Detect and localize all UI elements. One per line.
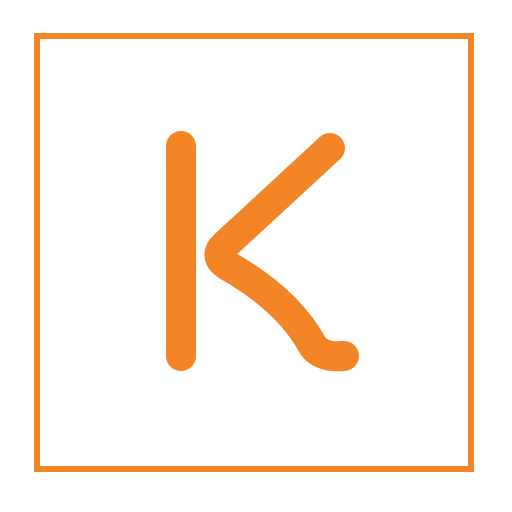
letter-k-arms bbox=[204, 133, 359, 372]
logo-frame-border bbox=[34, 33, 474, 472]
logo-canvas: K bbox=[0, 0, 512, 512]
k-letter-logo-icon: K bbox=[34, 33, 474, 472]
